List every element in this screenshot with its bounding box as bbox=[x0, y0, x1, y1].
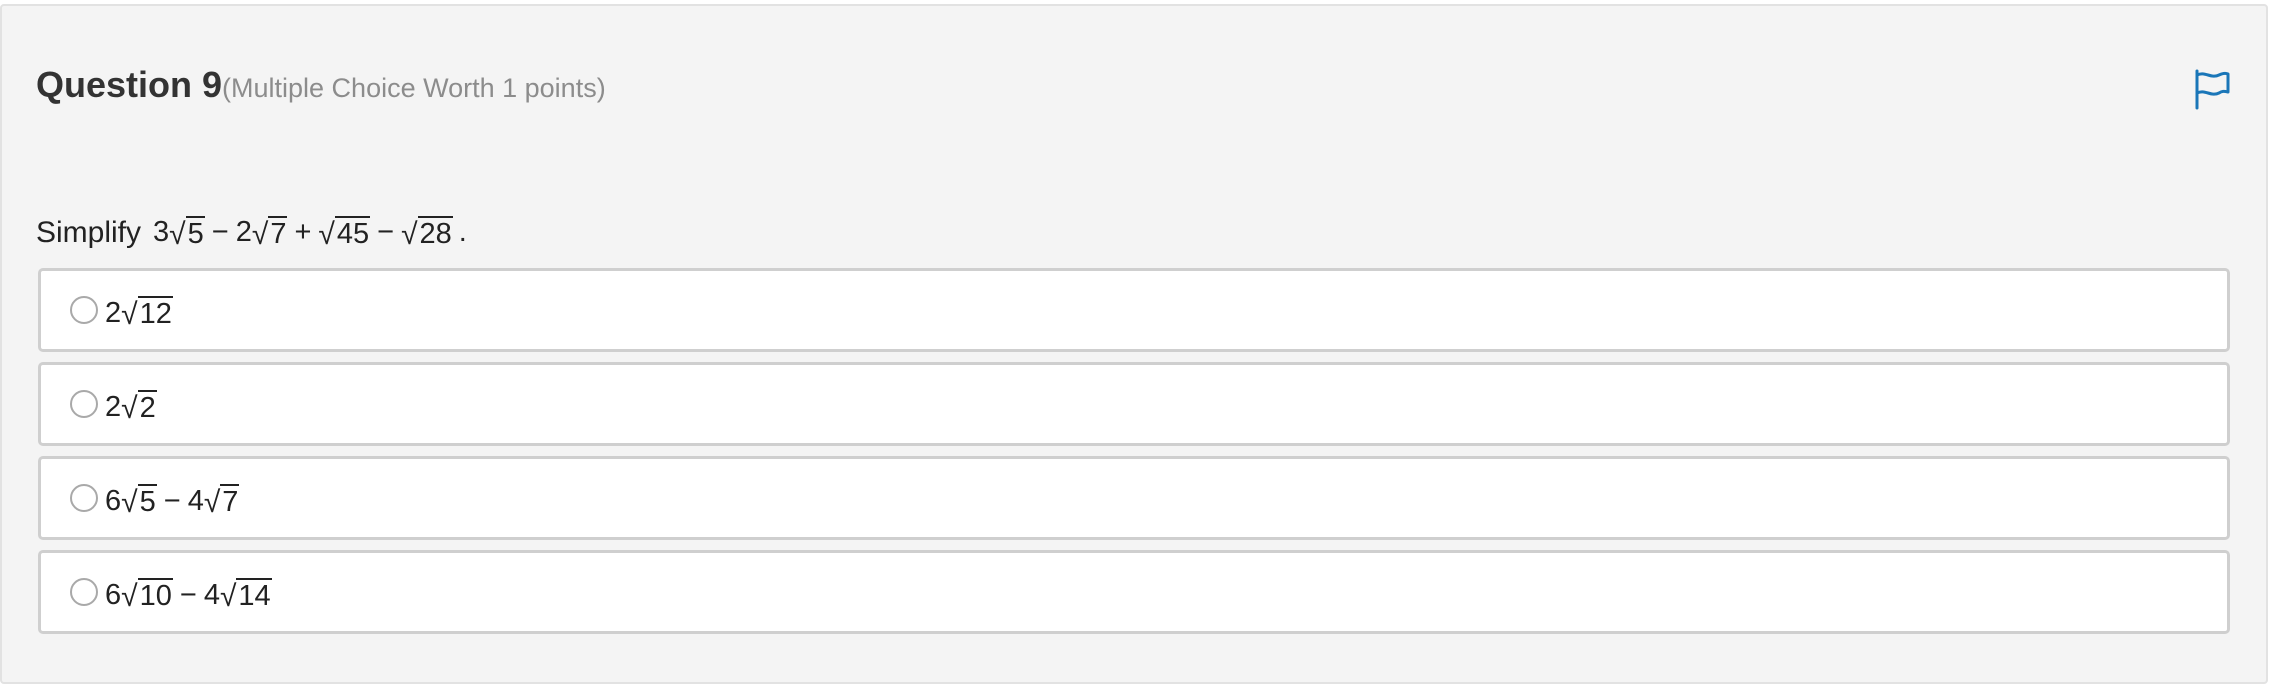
radio-button[interactable] bbox=[70, 390, 98, 418]
operator-minus: − bbox=[179, 578, 197, 611]
option-4-coefficient-1: 6 bbox=[105, 578, 122, 611]
term2-radicand: 7 bbox=[268, 215, 288, 250]
question-header: Question 9 (Multiple Choice Worth 1 poin… bbox=[36, 64, 606, 106]
option-3-coefficient-1: 6 bbox=[105, 484, 122, 517]
radical-sign: √ bbox=[219, 580, 237, 614]
option-3-radical-2: √ 7 bbox=[203, 483, 240, 520]
option-3-coefficient-2: 4 bbox=[187, 484, 204, 517]
option-2-coefficient: 2 bbox=[105, 390, 122, 423]
term4-radicand: 28 bbox=[417, 215, 453, 250]
term3-radicand: 45 bbox=[334, 215, 371, 250]
option-4-expression: 6 √ 10 − 4 √ 14 bbox=[105, 573, 272, 617]
option-1-radicand: 12 bbox=[137, 295, 173, 330]
question-prompt: Simplify 3 √ 5 − 2 √ 7 + √ 45 − √ 28 . bbox=[36, 210, 467, 256]
flag-icon[interactable] bbox=[2193, 68, 2231, 110]
option-4-coefficient-2: 4 bbox=[203, 578, 220, 611]
answer-option-4[interactable]: 6 √ 10 − 4 √ 14 bbox=[38, 550, 2230, 634]
term2-radical: √ 7 bbox=[251, 215, 288, 252]
term1-coefficient: 3 bbox=[153, 216, 170, 249]
term3-radical: √ 45 bbox=[318, 215, 371, 252]
option-3-radical-1: √ 5 bbox=[121, 483, 157, 520]
option-4-radicand-2: 14 bbox=[236, 577, 272, 612]
question-meta: (Multiple Choice Worth 1 points) bbox=[222, 73, 606, 103]
answer-option-1[interactable]: 2 √ 12 bbox=[38, 268, 2230, 352]
operator-plus: + bbox=[294, 216, 312, 249]
question-title: Question 9 bbox=[36, 64, 223, 105]
radio-button[interactable] bbox=[70, 484, 98, 512]
option-4-radical-2: √ 14 bbox=[219, 577, 272, 614]
radical-sign: √ bbox=[121, 298, 138, 332]
radical-sign: √ bbox=[401, 218, 418, 252]
radical-sign: √ bbox=[121, 392, 138, 426]
question-panel: Question 9 (Multiple Choice Worth 1 poin… bbox=[0, 4, 2268, 684]
radical-sign: √ bbox=[121, 486, 138, 520]
answer-option-3[interactable]: 6 √ 5 − 4 √ 7 bbox=[38, 456, 2230, 540]
option-2-radicand: 2 bbox=[137, 389, 157, 424]
option-4-radical-1: √ 10 bbox=[121, 577, 173, 614]
radical-sign: √ bbox=[318, 218, 335, 252]
prompt-word: Simplify bbox=[36, 216, 142, 249]
radical-sign: √ bbox=[121, 580, 138, 614]
option-2-expression: 2 √ 2 bbox=[105, 385, 157, 429]
term1-radicand: 5 bbox=[185, 215, 205, 250]
radical-sign: √ bbox=[169, 218, 186, 252]
prompt-expression: 3 √ 5 − 2 √ 7 + √ 45 − √ 28 . bbox=[153, 215, 467, 252]
operator-minus: − bbox=[211, 216, 229, 249]
option-4-radicand-1: 10 bbox=[137, 577, 173, 612]
option-3-radicand-1: 5 bbox=[137, 483, 157, 518]
term2-coefficient: 2 bbox=[235, 216, 252, 249]
term1-radical: √ 5 bbox=[169, 215, 205, 252]
term4-radical: √ 28 bbox=[401, 215, 453, 252]
operator-minus: − bbox=[163, 484, 181, 517]
prompt-period: . bbox=[458, 216, 467, 249]
option-1-expression: 2 √ 12 bbox=[105, 291, 173, 335]
radio-button[interactable] bbox=[70, 578, 98, 606]
option-2-radical: √ 2 bbox=[121, 389, 157, 426]
answer-option-2[interactable]: 2 √ 2 bbox=[38, 362, 2230, 446]
option-1-coefficient: 2 bbox=[105, 296, 122, 329]
radio-button[interactable] bbox=[70, 296, 98, 324]
radical-sign: √ bbox=[251, 218, 269, 252]
option-3-expression: 6 √ 5 − 4 √ 7 bbox=[105, 479, 240, 523]
radical-sign: √ bbox=[203, 486, 221, 520]
option-1-radical: √ 12 bbox=[121, 295, 173, 332]
option-3-radicand-2: 7 bbox=[220, 483, 240, 518]
operator-minus: − bbox=[377, 216, 395, 249]
